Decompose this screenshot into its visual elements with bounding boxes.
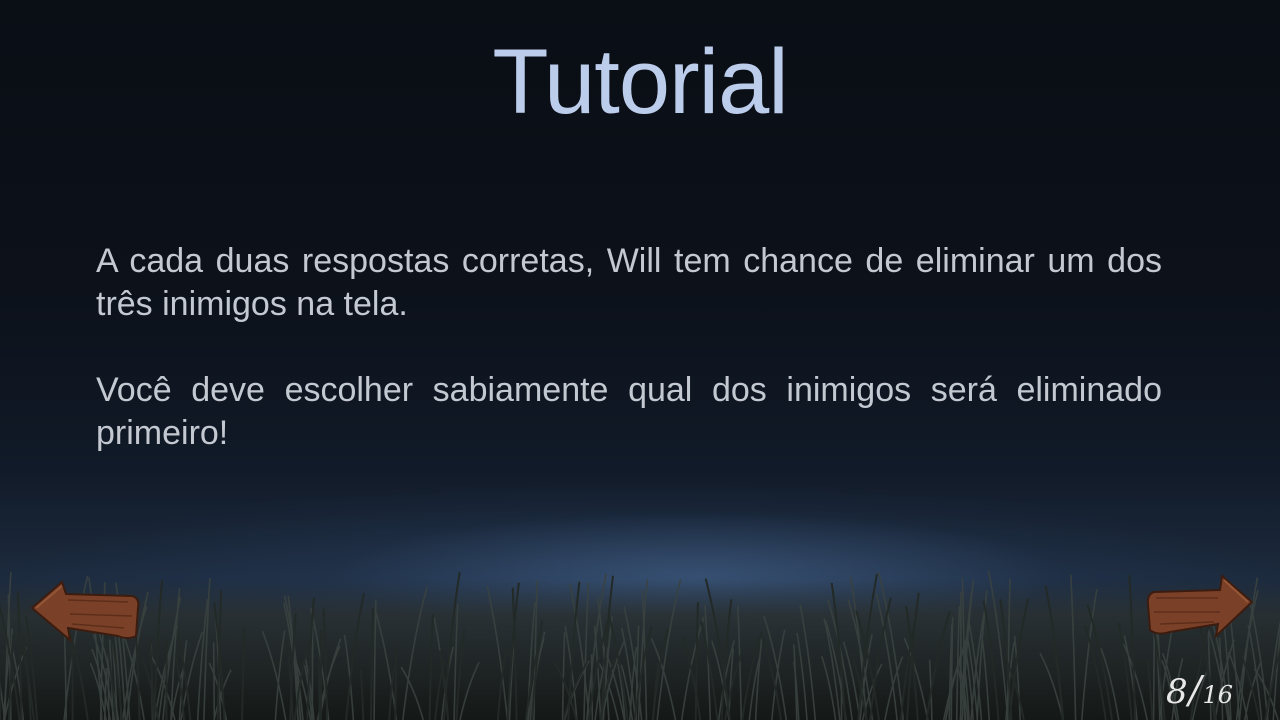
tutorial-screen: Tutorial A cada duas respostas corretas,… <box>0 0 1280 720</box>
page-separator: / <box>1188 668 1202 712</box>
grass-background <box>0 570 1280 720</box>
tutorial-text: A cada duas respostas corretas, Will tem… <box>96 240 1162 498</box>
previous-page-button[interactable] <box>28 578 143 644</box>
page-total: 16 <box>1202 681 1233 709</box>
page-title: Tutorial <box>492 31 788 133</box>
tutorial-paragraph-2: Você deve escolher sabiamente qual dos i… <box>96 371 1162 452</box>
tutorial-paragraph-1: A cada duas respostas corretas, Will tem… <box>96 242 1162 323</box>
page-current: 8 <box>1166 672 1188 712</box>
wooden-arrow-left-icon <box>30 580 140 643</box>
next-page-button[interactable] <box>1144 572 1256 638</box>
page-counter: 8/16 <box>1166 668 1246 712</box>
wooden-arrow-right-icon <box>1146 574 1254 638</box>
